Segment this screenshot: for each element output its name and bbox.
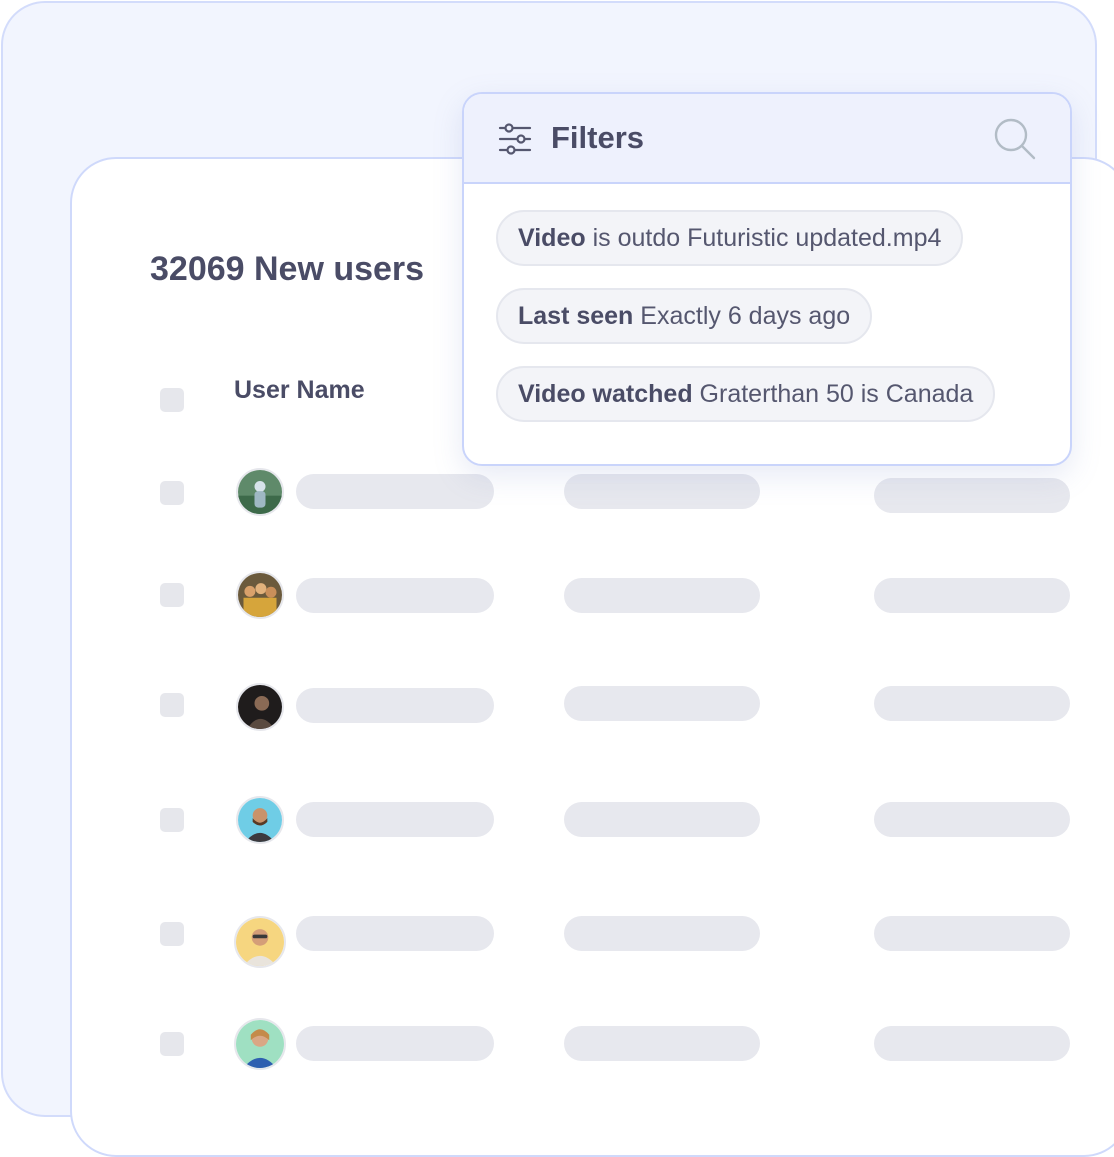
name-placeholder bbox=[296, 474, 494, 509]
filter-chip-video-watched[interactable]: Video watched Graterthan 50 is Canada bbox=[496, 366, 996, 422]
row-checkbox[interactable] bbox=[160, 922, 184, 946]
user-avatar bbox=[236, 468, 284, 516]
cell-placeholder bbox=[874, 686, 1070, 721]
filter-field: Video bbox=[518, 224, 586, 252]
cell-placeholder bbox=[564, 686, 760, 721]
cell-placeholder bbox=[564, 474, 760, 509]
filter-chip-last-seen[interactable]: Last seen Exactly 6 days ago bbox=[496, 288, 873, 344]
page-title: 32069 New users bbox=[150, 250, 425, 288]
cell-placeholder bbox=[564, 916, 760, 951]
cell-placeholder bbox=[564, 578, 760, 613]
filter-condition: Exactly 6 days ago bbox=[640, 302, 851, 330]
filters-title: Filters bbox=[551, 120, 645, 155]
select-all-checkbox[interactable] bbox=[160, 388, 184, 412]
user-avatar bbox=[236, 683, 284, 731]
name-placeholder bbox=[296, 916, 494, 951]
cell-placeholder bbox=[874, 578, 1070, 613]
row-checkbox[interactable] bbox=[160, 693, 184, 717]
search-icon[interactable] bbox=[992, 116, 1038, 162]
name-placeholder bbox=[296, 688, 494, 723]
column-header-user-name[interactable]: User Name bbox=[234, 376, 365, 405]
filter-chip-video[interactable]: Video is outdo Futuristic updated.mp4 bbox=[496, 210, 964, 266]
name-placeholder bbox=[296, 802, 494, 837]
row-checkbox[interactable] bbox=[160, 583, 184, 607]
user-avatar bbox=[234, 916, 286, 968]
cell-placeholder bbox=[874, 478, 1070, 513]
name-placeholder bbox=[296, 1026, 494, 1061]
sliders-icon[interactable] bbox=[497, 121, 533, 157]
cell-placeholder bbox=[564, 1026, 760, 1061]
user-avatar bbox=[236, 796, 284, 844]
row-checkbox[interactable] bbox=[160, 481, 184, 505]
row-checkbox[interactable] bbox=[160, 808, 184, 832]
filter-field: Last seen bbox=[518, 302, 634, 330]
cell-placeholder bbox=[874, 916, 1070, 951]
filter-field: Video watched bbox=[518, 380, 693, 408]
row-checkbox[interactable] bbox=[160, 1032, 184, 1056]
filter-condition: Graterthan 50 is Canada bbox=[699, 380, 974, 408]
name-placeholder bbox=[296, 578, 494, 613]
user-avatar bbox=[236, 571, 284, 619]
filters-header: Filters bbox=[464, 94, 1070, 184]
cell-placeholder bbox=[564, 802, 760, 837]
filter-condition: is outdo Futuristic updated.mp4 bbox=[592, 224, 942, 252]
cell-placeholder bbox=[874, 802, 1070, 837]
user-avatar bbox=[234, 1018, 286, 1070]
cell-placeholder bbox=[874, 1026, 1070, 1061]
filters-panel: Filters Video is outdo Futuristic update… bbox=[462, 92, 1072, 466]
